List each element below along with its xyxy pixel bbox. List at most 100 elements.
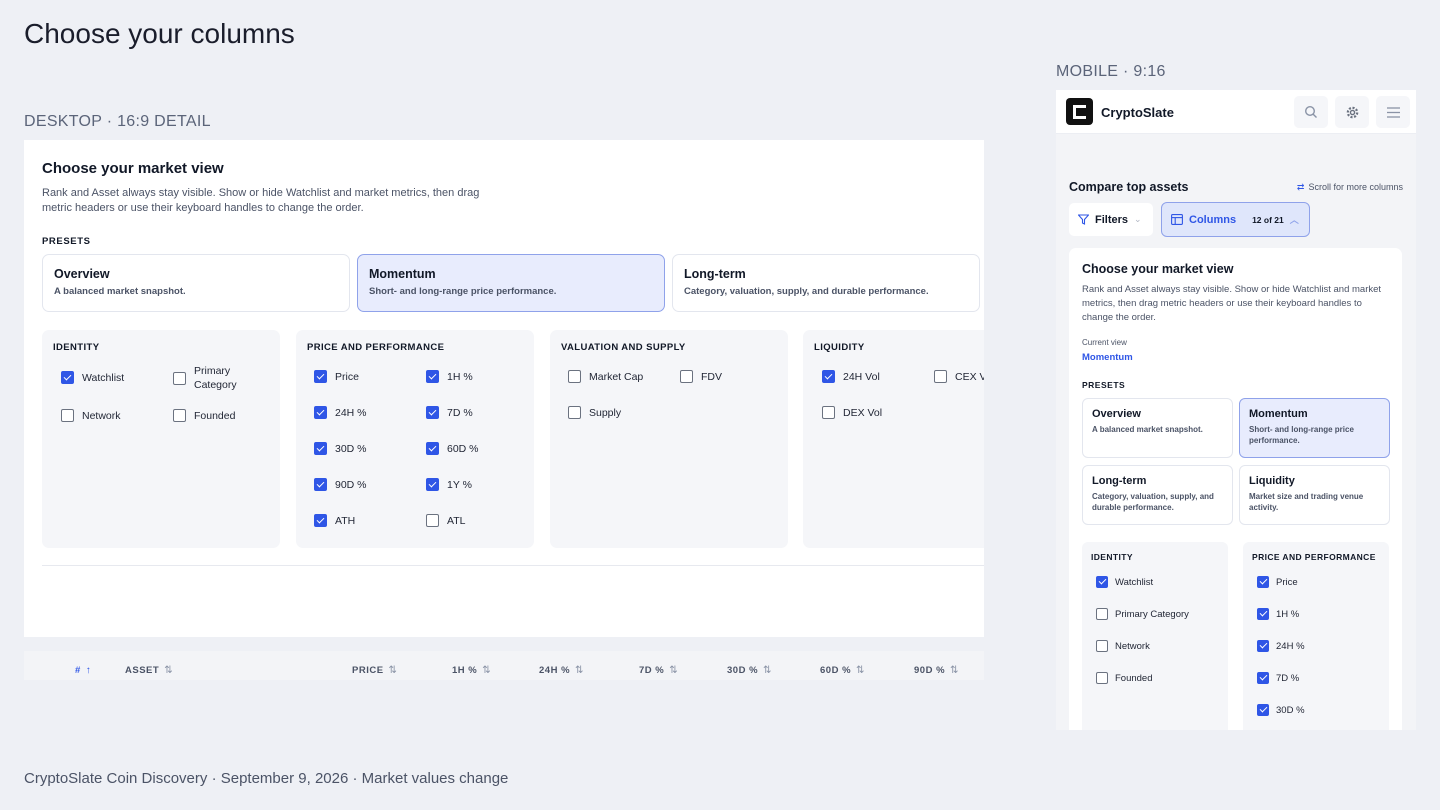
- column-header-1h[interactable]: 1H % ⇅: [452, 665, 491, 676]
- checkbox[interactable]: [426, 514, 439, 527]
- group-heading: IDENTITY: [1091, 552, 1133, 562]
- filter-icon: [1078, 214, 1089, 225]
- preset-liquidity[interactable]: Liquidity Market size and trading venue …: [1239, 465, 1390, 525]
- checkbox[interactable]: [1096, 608, 1108, 620]
- option-label: ATH: [335, 514, 356, 527]
- option-30d[interactable]: 30D %: [1257, 704, 1305, 716]
- cryptoslate-logo-icon[interactable]: [1066, 98, 1093, 125]
- page-title: Choose your columns: [24, 18, 295, 49]
- option-price[interactable]: Price: [314, 370, 359, 383]
- option-1h[interactable]: 1H %: [1257, 608, 1299, 620]
- market-view-title: Choose your market view: [42, 160, 224, 177]
- checkbox[interactable]: [314, 442, 327, 455]
- checkbox[interactable]: [822, 370, 835, 383]
- option-7d[interactable]: 7D %: [426, 406, 473, 419]
- option-7d[interactable]: 7D %: [1257, 672, 1299, 684]
- sort-icon: ⇅: [856, 665, 865, 676]
- option-label: Network: [82, 409, 121, 422]
- option-watchlist[interactable]: Watchlist: [61, 371, 124, 384]
- option-price[interactable]: Price: [1257, 576, 1298, 588]
- option-30d[interactable]: 30D %: [314, 442, 367, 455]
- option-1y[interactable]: 1Y %: [426, 478, 472, 491]
- option-ath[interactable]: ATH: [314, 514, 355, 527]
- option-network[interactable]: Network: [61, 409, 121, 422]
- preset-momentum[interactable]: Momentum Short- and long-range price per…: [1239, 398, 1390, 458]
- columns-label: Columns: [1189, 213, 1237, 226]
- option-fdv[interactable]: FDV: [680, 370, 722, 383]
- desktop-section-label: DESKTOP · 16:9 DETAIL: [24, 113, 211, 130]
- menu-button[interactable]: [1376, 96, 1410, 128]
- checkbox[interactable]: [314, 406, 327, 419]
- checkbox[interactable]: [314, 514, 327, 527]
- option-90d[interactable]: 90D %: [314, 478, 367, 491]
- checkbox[interactable]: [1257, 640, 1269, 652]
- compare-title: Compare top assets: [1069, 180, 1189, 194]
- option-cex-vol[interactable]: CEX V: [934, 370, 984, 383]
- column-header-90d[interactable]: 90D % ⇅: [914, 665, 959, 676]
- search-button[interactable]: [1294, 96, 1328, 128]
- column-header-rank[interactable]: # ↑: [75, 665, 91, 676]
- column-header-60d[interactable]: 60D % ⇅: [820, 665, 865, 676]
- option-network[interactable]: Network: [1096, 640, 1150, 652]
- preset-momentum[interactable]: Momentum Short- and long-range price per…: [357, 254, 665, 312]
- checkbox[interactable]: [173, 409, 186, 422]
- checkbox[interactable]: [1096, 640, 1108, 652]
- columns-button[interactable]: Columns 12 of 21 ︿: [1161, 202, 1310, 237]
- mobile-section-label: MOBILE · 9:16: [1056, 63, 1166, 80]
- preset-long-term[interactable]: Long-term Category, valuation, supply, a…: [672, 254, 980, 312]
- checkbox[interactable]: [314, 370, 327, 383]
- checkbox[interactable]: [1257, 672, 1269, 684]
- column-header-price[interactable]: PRICE ⇅: [352, 665, 397, 676]
- checkbox[interactable]: [934, 370, 947, 383]
- settings-button[interactable]: [1335, 96, 1369, 128]
- option-label: 7D %: [447, 406, 473, 419]
- preset-overview[interactable]: Overview A balanced market snapshot.: [1082, 398, 1233, 458]
- option-24h[interactable]: 24H %: [1257, 640, 1305, 652]
- checkbox[interactable]: [426, 442, 439, 455]
- option-24h[interactable]: 24H %: [314, 406, 367, 419]
- sort-icon: ⇅: [575, 665, 584, 676]
- preset-long-term[interactable]: Long-term Category, valuation, supply, a…: [1082, 465, 1233, 525]
- checkbox[interactable]: [680, 370, 693, 383]
- table-header: # ↑ ASSET ⇅ PRICE ⇅ 1H % ⇅ 24H % ⇅ 7D % ⇅ 30D …: [24, 651, 984, 680]
- checkbox[interactable]: [173, 371, 186, 385]
- checkbox[interactable]: [1096, 672, 1108, 684]
- checkbox[interactable]: [1257, 704, 1269, 716]
- preset-overview[interactable]: Overview A balanced market snapshot.: [42, 254, 350, 312]
- checkbox[interactable]: [426, 370, 439, 383]
- option-1h[interactable]: 1H %: [426, 370, 473, 383]
- option-founded[interactable]: Founded: [173, 409, 235, 422]
- option-label: 60D %: [447, 442, 479, 455]
- option-supply[interactable]: Supply: [568, 406, 621, 419]
- checkbox[interactable]: [61, 371, 74, 384]
- filters-button[interactable]: Filters ⌄: [1069, 203, 1153, 236]
- checkbox[interactable]: [61, 409, 74, 422]
- checkbox[interactable]: [1096, 576, 1108, 588]
- option-watchlist[interactable]: Watchlist: [1096, 576, 1153, 588]
- option-atl[interactable]: ATL: [426, 514, 465, 527]
- option-24h-vol[interactable]: 24H Vol: [822, 370, 880, 383]
- option-primary-category[interactable]: Primary Category: [1096, 608, 1189, 620]
- option-founded[interactable]: Founded: [1096, 672, 1153, 684]
- group-heading: PRICE AND PERFORMANCE: [1252, 552, 1376, 562]
- checkbox[interactable]: [1257, 608, 1269, 620]
- column-label: #: [75, 665, 81, 676]
- checkbox[interactable]: [1257, 576, 1269, 588]
- option-60d[interactable]: 60D %: [426, 442, 479, 455]
- option-label: Watchlist: [1115, 576, 1154, 588]
- checkbox[interactable]: [822, 406, 835, 419]
- market-view-description: Rank and Asset always stay visible. Show…: [1082, 284, 1382, 323]
- option-market-cap[interactable]: Market Cap: [568, 370, 643, 383]
- column-header-asset[interactable]: ASSET ⇅: [125, 665, 173, 676]
- checkbox[interactable]: [426, 478, 439, 491]
- column-header-24h[interactable]: 24H % ⇅: [539, 665, 584, 676]
- column-header-30d[interactable]: 30D % ⇅: [727, 665, 772, 676]
- option-primary-category[interactable]: Primary Category: [173, 364, 263, 392]
- checkbox[interactable]: [568, 406, 581, 419]
- column-header-7d[interactable]: 7D % ⇅: [639, 665, 678, 676]
- option-dex-vol[interactable]: DEX Vol: [822, 406, 882, 419]
- checkbox[interactable]: [314, 478, 327, 491]
- checkbox[interactable]: [426, 406, 439, 419]
- current-view-label: Current view: [1082, 338, 1127, 347]
- checkbox[interactable]: [568, 370, 581, 383]
